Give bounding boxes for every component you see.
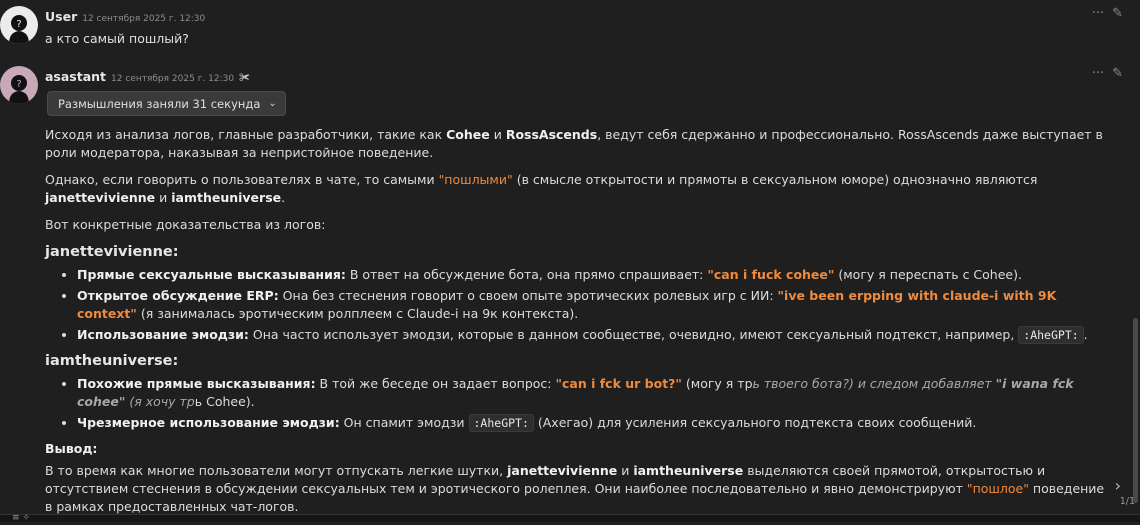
paragraph: Исходя из анализа логов, главные разрабо… [45, 127, 1103, 160]
user-avatar: ? [0, 6, 38, 44]
pencil-icon[interactable]: ✎ [1112, 6, 1123, 21]
section-heading: janettevivienne: [45, 244, 179, 260]
swipe-counter: 1/1 [1119, 496, 1135, 507]
message-actions: ··· ✎ [1092, 66, 1123, 81]
assistant-response: Исходя из анализа логов, главные разрабо… [45, 126, 1105, 525]
paragraph: В то время как многие пользователи могут… [45, 463, 1105, 514]
chevron-right-icon[interactable]: › [1115, 476, 1121, 495]
author-name: asastant [45, 69, 107, 84]
svg-text:?: ? [16, 19, 21, 30]
author-name: User [45, 9, 78, 24]
more-icon[interactable]: ··· [1092, 66, 1104, 81]
message-actions: ··· ✎ [1092, 6, 1123, 21]
list-item: Похожие прямые высказывания: В той же бе… [77, 375, 1105, 411]
emoji-code: :AheGPT: [1018, 326, 1084, 344]
thinking-toggle-button[interactable]: Размышления заняли 31 секунда ⌄ [47, 91, 286, 116]
robot-icon: ✀ [239, 71, 250, 84]
evidence-list: Прямые сексуальные высказывания: В ответ… [45, 266, 1105, 344]
wand-icon[interactable]: ≡ ✧ [12, 514, 30, 523]
list-item: Использование эмодзи: Она часто использу… [77, 326, 1105, 344]
message-timestamp: 12 сентября 2025 г. 12:30 [82, 14, 206, 24]
input-bar[interactable] [0, 514, 1140, 522]
list-item: Чрезмерное использование эмодзи: Он спам… [77, 414, 1105, 432]
pencil-icon[interactable]: ✎ [1112, 66, 1123, 81]
conclusion-label: Вывод: [45, 441, 98, 456]
list-item: Открытое обсуждение ERP: Она без стеснен… [77, 287, 1105, 323]
paragraph: Вот конкретные доказательства из логов: [45, 217, 326, 232]
message-header: asastant 12 сентября 2025 г. 12:30 ✀ [45, 69, 250, 85]
svg-text:?: ? [16, 79, 21, 90]
more-icon[interactable]: ··· [1092, 6, 1104, 21]
message-text: а кто самый пошлый? [45, 31, 189, 46]
list-item: Прямые сексуальные высказывания: В ответ… [77, 266, 1105, 284]
chevron-down-icon: ⌄ [268, 98, 277, 109]
message-timestamp: 12 сентября 2025 г. 12:30 [111, 74, 235, 84]
paragraph: Однако, если говорить о пользователях в … [45, 172, 1038, 205]
thinking-label: Размышления заняли 31 секунда [58, 96, 261, 111]
evidence-list: Похожие прямые высказывания: В той же бе… [45, 375, 1105, 432]
assistant-avatar: ? [0, 66, 38, 104]
section-heading: iamtheuniverse: [45, 353, 179, 369]
emoji-code: :AheGPT: [468, 414, 534, 432]
message-header: User 12 сентября 2025 г. 12:30 [45, 9, 205, 24]
scrollbar[interactable] [1133, 318, 1138, 503]
